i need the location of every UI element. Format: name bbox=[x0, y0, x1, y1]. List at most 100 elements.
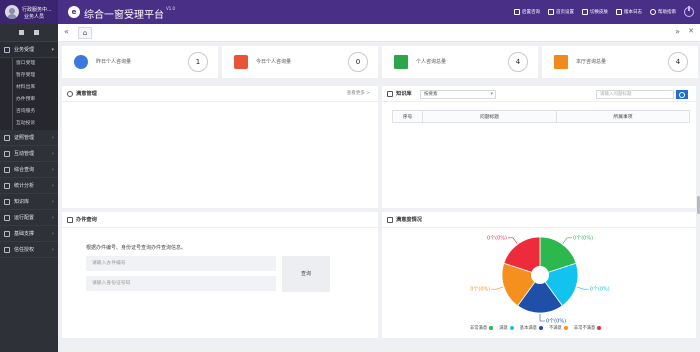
sidebar-toggle-icon[interactable] bbox=[19, 30, 24, 35]
panel-header: 满意管理 查看更多 > bbox=[62, 86, 378, 102]
sidebar-item-material-out[interactable]: 材料出库 bbox=[0, 82, 58, 94]
menu-group-runtime-config[interactable]: 运行配置 › bbox=[0, 210, 58, 226]
id-number-input[interactable]: 请输入身份证号码 bbox=[86, 276, 276, 291]
tab-strip: « ⌂ » ✕ bbox=[58, 24, 700, 42]
gift-icon bbox=[234, 55, 248, 69]
top-link-consult[interactable]: 后置咨询 bbox=[514, 9, 540, 15]
license-icon bbox=[4, 135, 10, 141]
query-button[interactable]: 查询 bbox=[282, 256, 330, 292]
chevron-right-icon: › bbox=[52, 199, 54, 205]
clock-icon bbox=[616, 9, 622, 15]
search-button[interactable] bbox=[676, 90, 688, 99]
view-more-link[interactable]: 查看更多 > bbox=[347, 86, 370, 102]
legend-item-2[interactable]: 基本满意 bbox=[520, 325, 543, 331]
stat-value: 4 bbox=[668, 52, 688, 72]
menu-group-statistics[interactable]: 统计分析 › bbox=[0, 178, 58, 194]
pie-data-label-0: 0个(0%) bbox=[573, 235, 593, 241]
legend-swatch bbox=[538, 326, 543, 330]
stat-label: 昨日个人咨询量 bbox=[96, 59, 132, 65]
pie-data-label-1: 0个(0%) bbox=[590, 287, 610, 293]
gear-icon bbox=[4, 215, 10, 221]
help-icon bbox=[650, 9, 656, 15]
grid-icon bbox=[548, 9, 554, 15]
knowledge-filter-select[interactable]: 按要素 bbox=[420, 90, 496, 99]
legend-label: 非常满意 bbox=[470, 326, 488, 331]
chat-bubble-icon bbox=[74, 55, 88, 69]
consult-icon bbox=[514, 9, 520, 15]
legend-item-4[interactable]: 非常不满意 bbox=[573, 325, 602, 331]
stat-label: 今日个人咨询量 bbox=[256, 59, 292, 65]
panel-title: 办件查询 bbox=[76, 217, 97, 223]
chevron-right-icon: › bbox=[52, 151, 54, 157]
satisfaction-chart-panel: 满意度情况 0个(0%) 0个(0%) 0个(0%) 0个(0%) 0个(0%) 非常满… bbox=[382, 212, 696, 338]
menu-group-license[interactable]: 证照管理 › bbox=[0, 130, 58, 146]
menu-group-query[interactable]: 综合查询 › bbox=[0, 162, 58, 178]
app-logo: e bbox=[68, 6, 80, 18]
legend-label: 非常不满意 bbox=[573, 326, 596, 331]
stat-card-personal-total: 个人咨询总量 4 bbox=[382, 46, 538, 78]
business-icon bbox=[4, 47, 10, 53]
knowledge-search-input[interactable]: 请输入问题标题 bbox=[596, 90, 674, 99]
tab-scroll-right-icon[interactable]: » bbox=[675, 27, 680, 36]
column-header-index: 序号 bbox=[392, 110, 423, 123]
sidebar-item-window-accept[interactable]: 窗口受理 bbox=[0, 58, 58, 70]
top-link-skin[interactable]: 切换皮肤 bbox=[582, 9, 608, 15]
sidebar-item-complaint[interactable]: 互动投诉 bbox=[0, 118, 58, 130]
stat-card-yesterday: 昨日个人咨询量 1 bbox=[62, 46, 218, 78]
legend-item-0[interactable]: 非常满意 bbox=[470, 325, 494, 331]
stat-label: 个人咨询总量 bbox=[416, 59, 447, 65]
user-name: 行政服务中... bbox=[22, 7, 52, 13]
legend-swatch bbox=[597, 326, 602, 330]
legend-swatch bbox=[509, 326, 514, 330]
pie-leader-line-1 bbox=[576, 286, 589, 290]
sidebar-item-pre-review[interactable]: 办件预审 bbox=[0, 94, 58, 106]
user-role: 业务人员 bbox=[24, 14, 45, 20]
stat-value: 0 bbox=[348, 52, 368, 72]
satisfaction-panel: 满意管理 查看更多 > bbox=[62, 86, 378, 208]
chart-legend: 非常满意 满意 基本满意 不满意 非常不满意 bbox=[470, 325, 602, 331]
menu-group-business[interactable]: 业务受理 ▾ bbox=[0, 42, 58, 58]
top-link-help[interactable]: 帮助指南 bbox=[650, 9, 676, 15]
stat-value: 1 bbox=[188, 52, 208, 72]
sidebar-item-draft-accept[interactable]: 暂存受理 bbox=[0, 70, 58, 82]
legend-swatch bbox=[563, 326, 568, 330]
chevron-right-icon: › bbox=[52, 183, 54, 189]
sidebar-item-consult-service[interactable]: 咨询服务 bbox=[0, 106, 58, 118]
avatar[interactable] bbox=[5, 5, 19, 19]
legend-item-1[interactable]: 满意 bbox=[499, 325, 514, 331]
expand-icon bbox=[67, 217, 73, 223]
chevron-down-icon: ▾ bbox=[51, 47, 54, 53]
menu-group-infrastructure[interactable]: 基础支撑 › bbox=[0, 226, 58, 242]
pie-center-hole bbox=[531, 266, 549, 284]
legend-label: 基本满意 bbox=[519, 326, 537, 331]
pie-data-label-3: 0个(0%) bbox=[470, 287, 490, 293]
app-title: 综合一窗受理平台 bbox=[84, 10, 164, 21]
knowledge-table: 序号 问题标题 所属事项 bbox=[392, 110, 690, 123]
top-link-home-settings[interactable]: 首页设置 bbox=[548, 9, 574, 15]
top-header: 行政服务中... 业务人员 e 综合一窗受理平台 V1.0 后置咨询 首页设置 … bbox=[0, 0, 700, 24]
shield-icon bbox=[4, 247, 10, 253]
power-icon[interactable] bbox=[684, 6, 694, 17]
chevron-right-icon: › bbox=[52, 247, 54, 253]
panel-title: 满意度情况 bbox=[396, 217, 422, 223]
tab-home[interactable]: ⌂ bbox=[78, 27, 92, 39]
legend-item-3[interactable]: 不满意 bbox=[549, 325, 568, 331]
pie-leader-line-0 bbox=[562, 237, 573, 244]
user-block[interactable]: 行政服务中... 业务人员 bbox=[0, 0, 58, 24]
tab-close-icon[interactable]: ✕ bbox=[688, 27, 694, 35]
pie-leader-line-3 bbox=[491, 286, 504, 290]
case-number-input[interactable]: 请输入办件编号 bbox=[86, 256, 276, 271]
pie-data-label-4: 0个(0%) bbox=[487, 235, 507, 241]
top-link-version-log[interactable]: 版本日志 bbox=[616, 9, 642, 15]
satisfaction-pie-chart: 0个(0%) 0个(0%) 0个(0%) 0个(0%) 0个(0%) bbox=[470, 235, 610, 324]
panel-header: 办件查询 bbox=[62, 212, 378, 228]
menu-group-knowledge[interactable]: 知识库 › bbox=[0, 194, 58, 210]
query-instruction: 根据办件编号、身份证号查询办件查询信息。 bbox=[86, 245, 187, 251]
tab-scroll-left-icon[interactable]: « bbox=[64, 27, 69, 36]
interaction-icon bbox=[4, 151, 10, 157]
sidebar-layout-icon[interactable] bbox=[34, 30, 39, 35]
building-icon bbox=[554, 55, 568, 69]
menu-group-interaction[interactable]: 互动管理 › bbox=[0, 146, 58, 162]
book-icon bbox=[4, 199, 10, 205]
menu-group-trust-auth[interactable]: 信任授权 › bbox=[0, 242, 58, 258]
